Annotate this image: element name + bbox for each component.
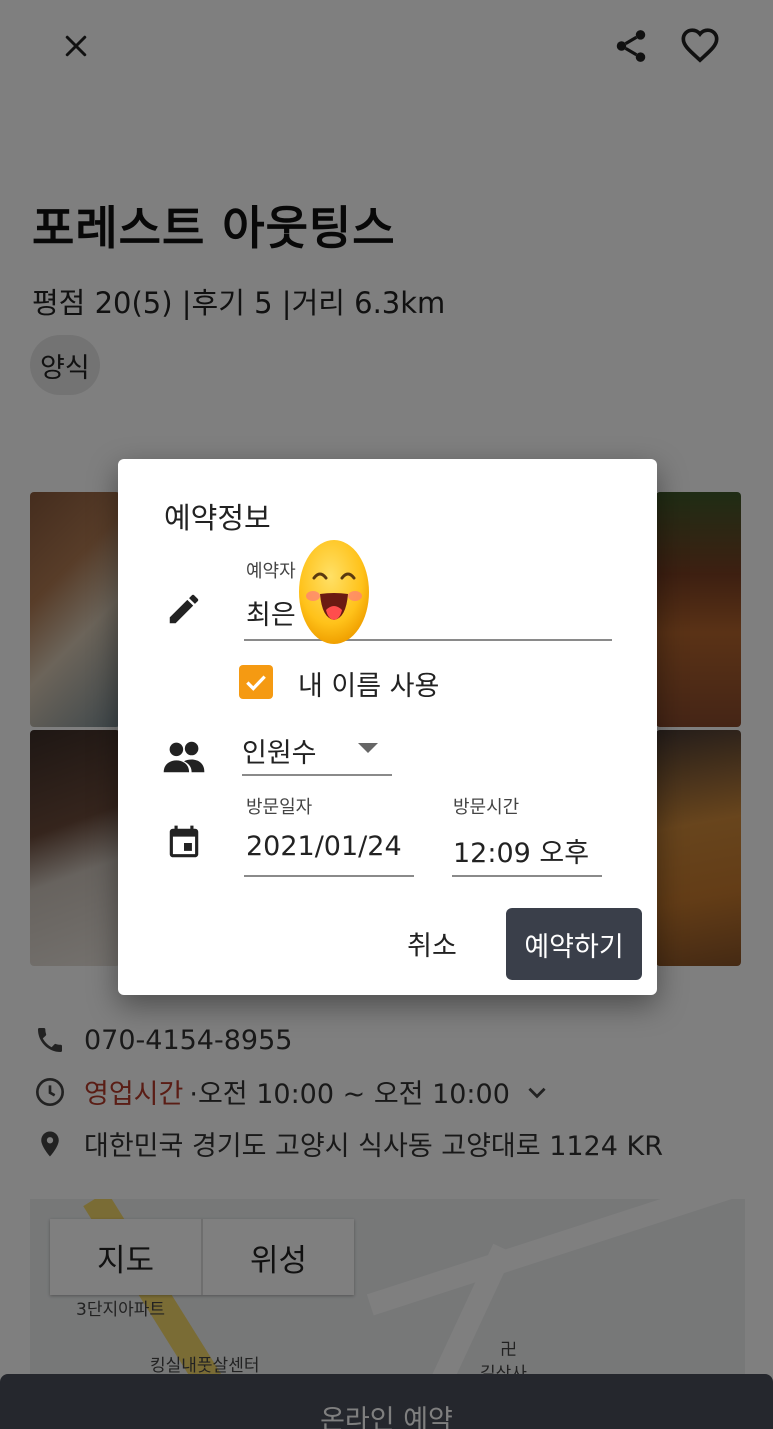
dialog-title: 예약정보 (164, 501, 271, 535)
cancel-button[interactable]: 취소 (388, 908, 476, 978)
people-icon (162, 735, 206, 779)
visit-date-input[interactable]: 2021/01/24 (246, 831, 402, 862)
name-field-label: 예약자 (246, 561, 296, 582)
visit-time-label: 방문시간 (453, 797, 520, 818)
calendar-icon (162, 821, 206, 865)
party-size-underline (242, 774, 392, 776)
visit-date-label: 방문일자 (246, 797, 313, 818)
pencil-icon (162, 587, 206, 631)
visit-time-underline (452, 875, 602, 877)
party-size-select[interactable]: 인원수 (242, 731, 317, 770)
name-field-input[interactable]: 최은 (246, 593, 296, 632)
reserve-button[interactable]: 예약하기 (506, 908, 642, 980)
checkmark-icon (246, 675, 266, 691)
visit-time-input[interactable]: 12:09 오후 (453, 831, 589, 870)
dropdown-arrow-icon[interactable] (358, 743, 378, 753)
reservation-dialog: 예약정보 예약자 최은 내 이름 사용 인원수 방문일자 2021/01/24 … (118, 459, 657, 995)
use-my-name-checkbox[interactable] (239, 665, 273, 699)
visit-date-underline (244, 875, 414, 877)
smiling-emoji-sticker (299, 540, 369, 644)
use-my-name-label[interactable]: 내 이름 사용 (298, 664, 439, 703)
